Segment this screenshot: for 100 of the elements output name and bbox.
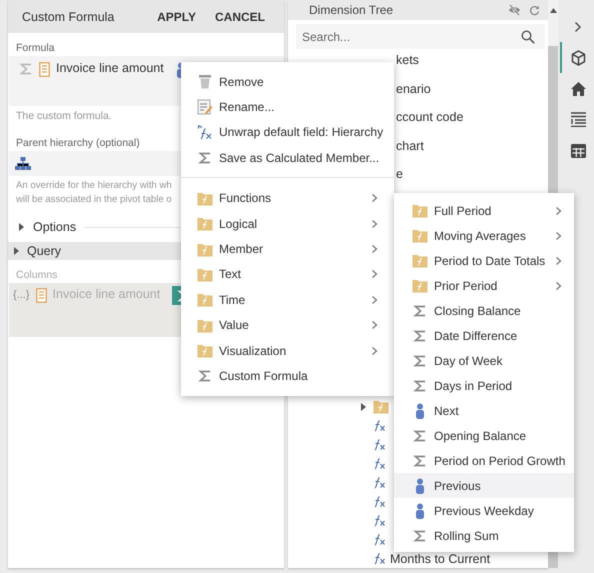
sigma-icon — [413, 428, 427, 442]
cube-icon[interactable] — [570, 50, 586, 66]
caret-right-icon[interactable] — [13, 247, 20, 255]
table-icon[interactable] — [570, 144, 586, 158]
menu-item[interactable]: Save as Calculated Member... — [181, 145, 394, 171]
function-folder-icon — [196, 242, 212, 257]
chevron-right-icon — [555, 256, 562, 266]
function-icon — [373, 419, 386, 432]
search-icon[interactable] — [521, 30, 535, 44]
menu-item[interactable]: Functions — [181, 186, 394, 211]
unwrap-function-icon — [196, 124, 212, 140]
chevron-right-icon — [371, 269, 378, 280]
sigma-icon — [198, 368, 212, 383]
sigma-icon — [413, 354, 427, 368]
home-icon[interactable] — [570, 82, 586, 96]
function-folder-icon — [196, 343, 212, 358]
document-icon — [36, 288, 47, 303]
scroll-up-icon[interactable] — [550, 8, 556, 13]
caret-right-icon[interactable] — [360, 402, 367, 410]
chevron-right-icon[interactable] — [574, 20, 582, 32]
function-icon — [373, 552, 386, 565]
tree-item[interactable]: e — [396, 165, 403, 184]
function-folder-icon — [196, 190, 212, 206]
set-label: {...} — [13, 289, 30, 301]
function-icon — [373, 514, 386, 527]
function-folder-icon — [412, 253, 428, 268]
sigma-icon — [413, 378, 427, 392]
menu-item[interactable]: Visualization — [181, 338, 394, 364]
chevron-right-icon — [371, 320, 378, 330]
menu-item[interactable]: Logical — [181, 210, 394, 236]
function-folder-icon — [373, 399, 389, 414]
menu-item[interactable]: Period to Date Totals — [394, 248, 574, 273]
function-folder-icon — [412, 203, 428, 218]
menu-item[interactable]: Closing Balance — [394, 298, 574, 323]
chevron-right-icon — [371, 193, 378, 204]
menu-item[interactable]: Period on Period Growth — [394, 448, 574, 473]
header-button[interactable]: APPLY — [157, 10, 196, 24]
sigma-icon — [413, 304, 427, 318]
header-button[interactable]: CANCEL — [215, 10, 265, 24]
tree-item[interactable]: kets — [396, 51, 419, 70]
chevron-right-icon — [555, 280, 562, 290]
menu-item[interactable]: Full Period — [394, 198, 574, 223]
description-text: will be associated in the pivot table o — [16, 193, 172, 207]
menu-item[interactable]: Rolling Sum — [394, 523, 574, 548]
refresh-icon[interactable] — [529, 4, 540, 16]
rename-icon — [196, 99, 212, 116]
sigma-icon — [413, 528, 427, 542]
caret-right-icon[interactable] — [18, 223, 25, 231]
menu-item[interactable]: Previous — [394, 473, 574, 498]
panel-title: Dimension Tree — [309, 3, 394, 17]
member-icon — [415, 478, 425, 494]
tree-item[interactable]: chart — [396, 136, 424, 156]
description-text: An override for the hierarchy with wh — [16, 179, 172, 193]
chevron-right-icon — [555, 230, 562, 240]
chevron-right-icon — [371, 346, 378, 356]
menu-item[interactable]: Moving Averages — [394, 223, 574, 248]
sigma-icon — [413, 328, 427, 342]
function-icon — [373, 495, 386, 508]
menu-item[interactable]: Prior Period — [394, 273, 574, 298]
function-folder-icon — [196, 266, 212, 282]
hide-icon[interactable] — [508, 4, 521, 16]
menu-item[interactable]: Days in Period — [394, 373, 574, 398]
hint-text: The custom formula. — [16, 110, 112, 122]
section-toggle[interactable]: Options — [33, 220, 76, 234]
function-folder-icon — [412, 278, 428, 293]
menu-item[interactable]: Date Difference — [394, 323, 574, 348]
function-folder-icon — [196, 318, 212, 333]
field-label: Parent hierarchy (optional) — [16, 137, 140, 149]
field-label: Invoice line amount — [52, 287, 160, 301]
menu-item[interactable]: Custom Formula — [181, 363, 394, 389]
function-folder-icon — [412, 228, 428, 243]
tree-item[interactable]: Months to Current — [390, 552, 490, 566]
sigma-icon — [413, 454, 427, 468]
function-icon — [373, 476, 386, 489]
tree-item[interactable]: ccount code — [396, 108, 464, 127]
panel-title: Custom Formula — [22, 10, 116, 24]
chevron-right-icon — [371, 218, 378, 229]
menu-item[interactable]: Previous Weekday — [394, 498, 574, 523]
menu-item[interactable]: Unwrap default field: Hierarchy — [181, 120, 394, 146]
member-icon — [415, 502, 425, 518]
menu-item[interactable]: Next — [394, 398, 574, 423]
function-icon — [373, 438, 386, 451]
function-icon — [373, 457, 386, 470]
function-icon — [373, 533, 386, 546]
hierarchy-icon — [15, 157, 31, 170]
sigma-icon — [19, 62, 33, 76]
chevron-right-icon — [371, 244, 378, 254]
field-label: Columns — [16, 269, 58, 281]
trash-icon — [198, 74, 212, 90]
document-icon — [39, 62, 50, 77]
sigma-icon — [198, 150, 212, 165]
field-label: Invoice line amount — [56, 61, 164, 75]
function-folder-icon — [196, 216, 212, 232]
tree-item[interactable]: enario — [396, 80, 431, 98]
member-icon — [415, 402, 425, 418]
list-icon[interactable] — [570, 112, 586, 127]
menu-item[interactable]: Day of Week — [394, 348, 574, 373]
function-folder-icon — [196, 292, 212, 308]
chevron-right-icon — [371, 294, 378, 305]
menu-item[interactable]: Opening Balance — [394, 423, 574, 448]
